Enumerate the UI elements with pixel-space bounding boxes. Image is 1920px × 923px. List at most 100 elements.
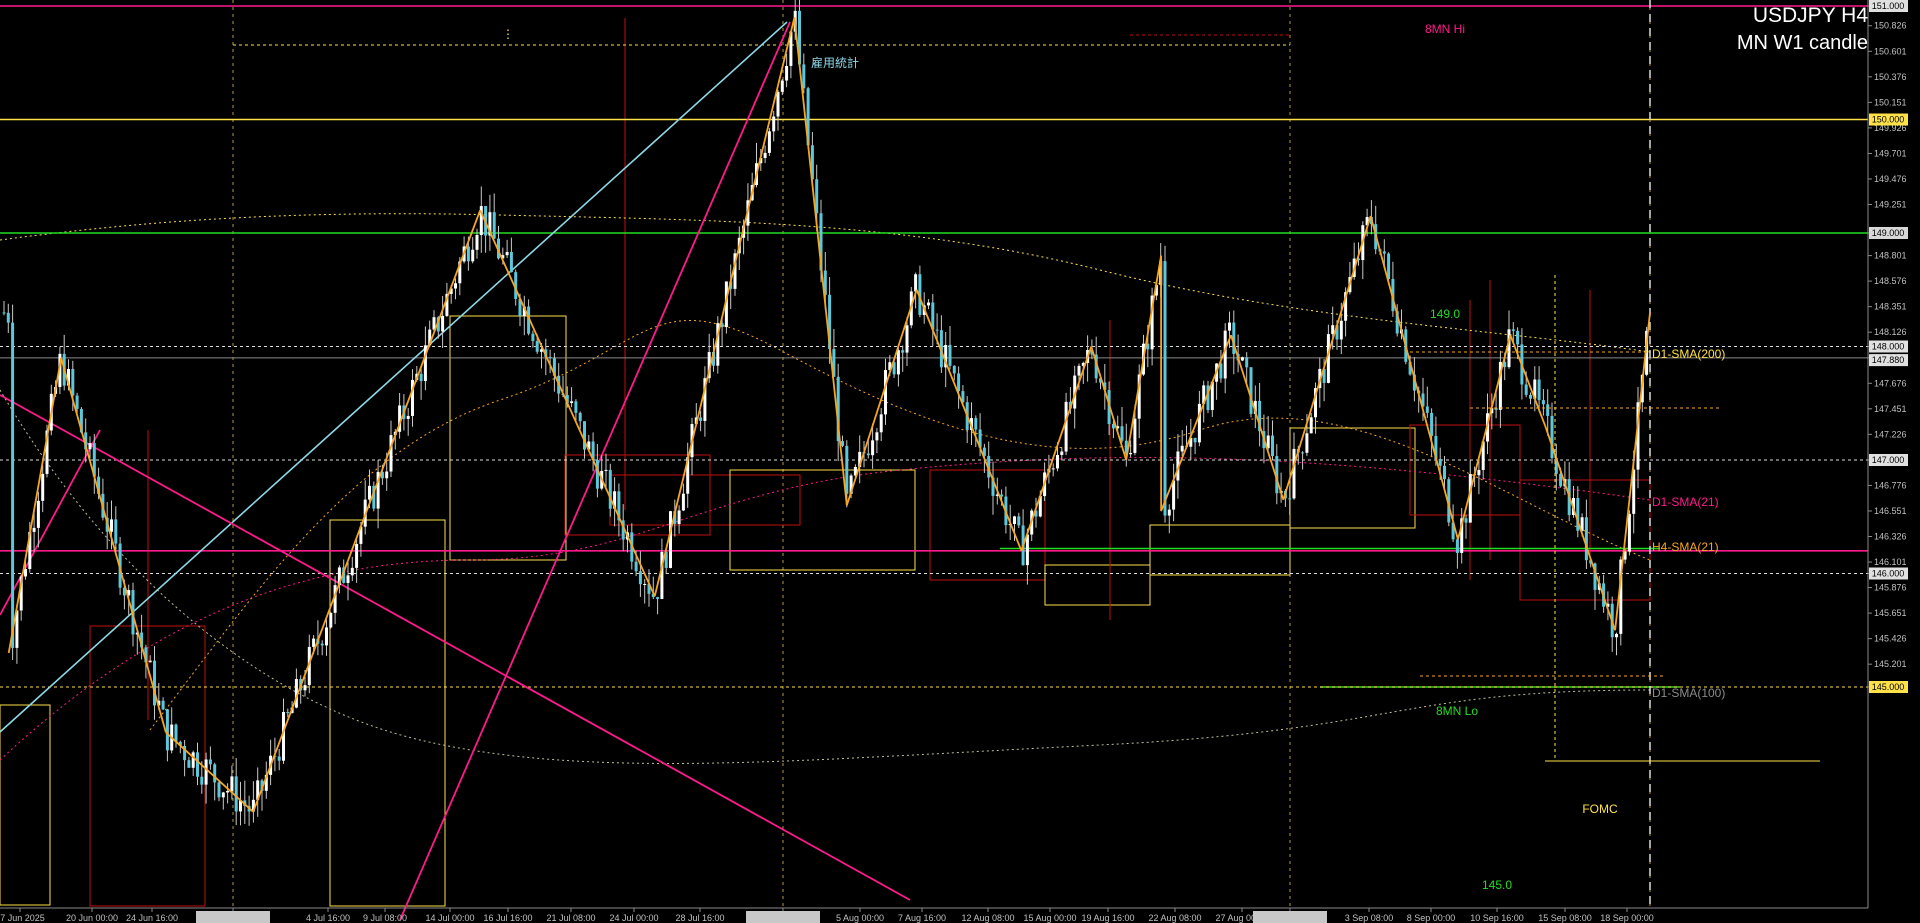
candle-bear [286, 711, 290, 714]
candle-bull [471, 249, 475, 262]
time-tick-label: 22 Aug 08:00 [1148, 913, 1201, 923]
label-h4-sma21: H4-SMA(21) [1652, 540, 1719, 554]
candle-bear [114, 519, 118, 544]
candle-bull [312, 638, 316, 647]
candle-bear [1000, 494, 1004, 497]
weekly-monthly-boxes [0, 18, 1651, 907]
price-tick-label: 146.326 [1874, 531, 1907, 541]
zigzag-segment [1457, 334, 1512, 540]
candle-bear [1430, 412, 1434, 436]
time-tick-label: 21 Jul 08:00 [546, 913, 595, 923]
zigzag-segment [653, 17, 796, 597]
time-tick-label: 17 Jun 2025 [0, 913, 45, 923]
price-tick-label: 147.676 [1874, 378, 1907, 388]
candle-bull [303, 685, 307, 691]
candle-bear [1550, 415, 1554, 459]
trend-lines [0, 21, 911, 921]
candle-bull [1228, 322, 1231, 331]
price-tag-label: 147.000 [1872, 455, 1905, 465]
candle-bull [772, 116, 776, 132]
candle-bull [570, 401, 574, 404]
candle-bull [475, 235, 479, 250]
candle-bull [1309, 417, 1313, 434]
price-tick-label: 148.126 [1874, 327, 1907, 337]
label-d1-sma200: D1-SMA(200) [1652, 347, 1725, 361]
candle-box [1289, 427, 1416, 529]
candle-bull [604, 469, 608, 471]
candle-bear [1387, 253, 1391, 280]
time-tick-label: 7 Aug 16:00 [898, 913, 946, 923]
zigzag-segment [7, 357, 62, 654]
time-tick-label: 24 Jul 00:00 [609, 913, 658, 923]
candle-bull [1331, 325, 1335, 335]
price-tick-label: 149.701 [1874, 148, 1907, 158]
price-tick-label: 147.226 [1874, 429, 1907, 439]
candle-bull [1305, 433, 1309, 453]
candle-bull [346, 575, 350, 583]
trend-line-blue [0, 21, 788, 733]
candle-bull [1627, 513, 1631, 552]
marker-dots: ⋮ [502, 27, 514, 41]
candle-bull [1064, 401, 1068, 452]
price-tag-label: 151.000 [1872, 1, 1905, 11]
candle-bear [419, 373, 423, 382]
candle-bull [226, 790, 230, 793]
candle-bear [574, 401, 578, 413]
candle-bear [200, 776, 204, 785]
time-tick-label: 9 Jul 08:00 [363, 913, 407, 923]
chart-title: USDJPY H4 [1752, 4, 1868, 27]
price-tag-label: 147.880 [1872, 355, 1905, 365]
candle-bear [699, 417, 703, 421]
candle-bear [948, 345, 952, 366]
candle-bull [776, 91, 780, 117]
candle-bull [36, 500, 40, 528]
candle-bear [1584, 517, 1588, 561]
time-tick-label: 12 Aug 08:00 [961, 913, 1014, 923]
time-tag [1253, 911, 1327, 923]
candle-bear [1382, 251, 1386, 254]
zigzag-segment [1614, 312, 1651, 631]
price-tick-label: 148.801 [1874, 251, 1907, 261]
candle-bear [213, 764, 217, 783]
zigzag-segment [1160, 334, 1232, 512]
candle-bear [234, 776, 238, 812]
trend-line-magenta [399, 21, 791, 921]
candle-bear [1163, 261, 1167, 516]
zigzag-segment [60, 357, 167, 733]
candle-bear [6, 312, 10, 323]
zigzag-segment [479, 209, 656, 597]
candle-bear [1219, 363, 1223, 379]
candle-bear [71, 369, 75, 396]
candle-bull [669, 511, 672, 568]
candle-bull [368, 485, 371, 500]
candle-bull [406, 415, 410, 419]
candle-bear [802, 64, 806, 89]
candle-bear [656, 597, 660, 599]
price-tick-label: 150.376 [1874, 72, 1907, 82]
time-tick-label: 28 Jul 16:00 [675, 913, 724, 923]
candles [2, 0, 1649, 826]
candle-bear [1271, 435, 1274, 457]
candle-bull [441, 315, 445, 332]
price-tick-label: 145.876 [1874, 583, 1907, 593]
candle-bear [1425, 406, 1429, 413]
candle-box [1409, 424, 1521, 516]
time-tick-label: 14 Jul 00:00 [425, 913, 474, 923]
label-8mn-lo: 8MN Lo [1436, 704, 1478, 718]
time-tick-label: 5 Aug 00:00 [836, 913, 884, 923]
candle-bear [535, 341, 539, 352]
candle-bear [165, 709, 169, 751]
candle-bull [1013, 516, 1016, 525]
candle-bull [1615, 633, 1618, 638]
price-chart[interactable]: 8MN Hi 149.0 8MN Lo 145.0 D1-SMA(200) D1-SMA(… [0, 0, 1920, 923]
price-tick-label: 147.451 [1874, 404, 1907, 414]
candle-bear [217, 782, 221, 798]
candle-bear [161, 700, 165, 710]
candle-bull [875, 432, 879, 441]
candle-bull [454, 283, 457, 289]
candle-bear [1541, 400, 1545, 405]
candle-bull [1129, 452, 1133, 455]
candle-bull [389, 435, 393, 472]
vertical-grid [232, 0, 1651, 908]
time-tick-label: 15 Sep 08:00 [1538, 913, 1592, 923]
